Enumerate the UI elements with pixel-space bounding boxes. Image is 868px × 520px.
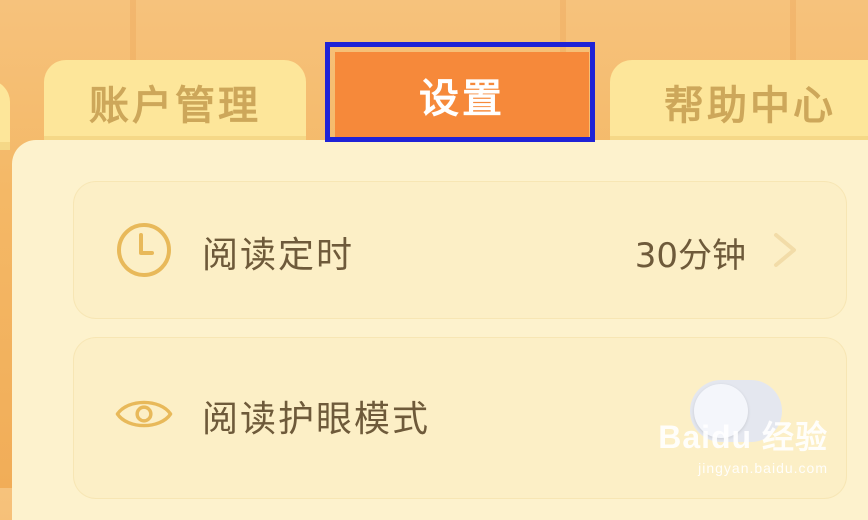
clock-icon [117, 223, 171, 277]
reading-timer-label: 阅读定时 [202, 235, 355, 276]
tab-help-center[interactable]: 帮助中心 [610, 60, 868, 144]
tab-partial-left [0, 80, 10, 150]
eye-protection-row: 阅读护眼模式 [74, 338, 846, 498]
tab-account-management[interactable]: 账户管理 [44, 60, 306, 144]
chevron-right-icon [774, 233, 796, 267]
tab-account-label: 账户管理 [89, 83, 261, 129]
toggle-knob [694, 384, 748, 438]
eye-icon [115, 400, 173, 428]
tab-settings-label: 设置 [419, 76, 505, 122]
eye-protection-toggle[interactable] [690, 380, 782, 442]
reading-timer-row[interactable]: 阅读定时 30分钟 [74, 182, 846, 318]
tab-help-label: 帮助中心 [664, 83, 836, 129]
tab-settings[interactable]: 设置 [335, 52, 589, 138]
reading-timer-value: 30分钟 [634, 236, 746, 276]
eye-protection-label: 阅读护眼模式 [202, 399, 431, 440]
